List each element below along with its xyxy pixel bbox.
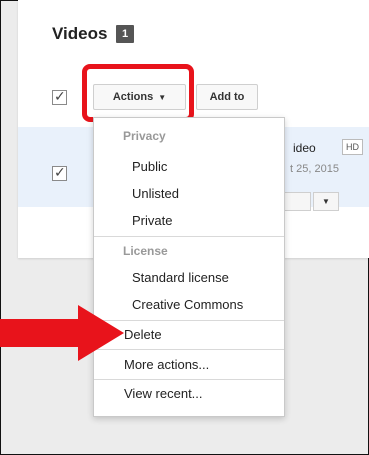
menu-item-standard-license[interactable]: Standard license (94, 266, 284, 290)
menu-divider (94, 379, 284, 380)
video-options-dropdown[interactable]: ▼ (313, 192, 339, 211)
menu-item-unlisted[interactable]: Unlisted (94, 182, 284, 206)
menu-item-private[interactable]: Private (94, 209, 284, 233)
video-edit-button[interactable] (283, 192, 311, 211)
menu-divider (94, 236, 284, 237)
video-count-badge: 1 (116, 25, 134, 43)
caret-down-icon: ▼ (322, 197, 330, 206)
actions-highlight-box (82, 64, 194, 122)
add-to-button-label: Add to (209, 91, 245, 103)
select-all-checkbox[interactable]: ✓ (52, 88, 67, 105)
menu-item-view-recent[interactable]: View recent... (94, 382, 284, 406)
video-row-checkbox[interactable]: ✓ (52, 164, 67, 181)
menu-header-license: License (123, 244, 168, 258)
red-arrow-icon (0, 305, 124, 361)
checkmark-icon: ✓ (54, 164, 66, 180)
page-title: Videos (52, 24, 108, 43)
checkmark-icon: ✓ (54, 88, 66, 104)
video-date: t 25, 2015 (290, 163, 339, 175)
video-title[interactable]: ideo (293, 141, 316, 155)
hd-badge: HD (342, 139, 363, 155)
menu-header-privacy: Privacy (123, 129, 166, 143)
add-to-button[interactable]: Add to (196, 84, 258, 110)
actions-dropdown-menu: Privacy Public Unlisted Private License … (93, 117, 285, 417)
menu-item-public[interactable]: Public (94, 155, 284, 179)
